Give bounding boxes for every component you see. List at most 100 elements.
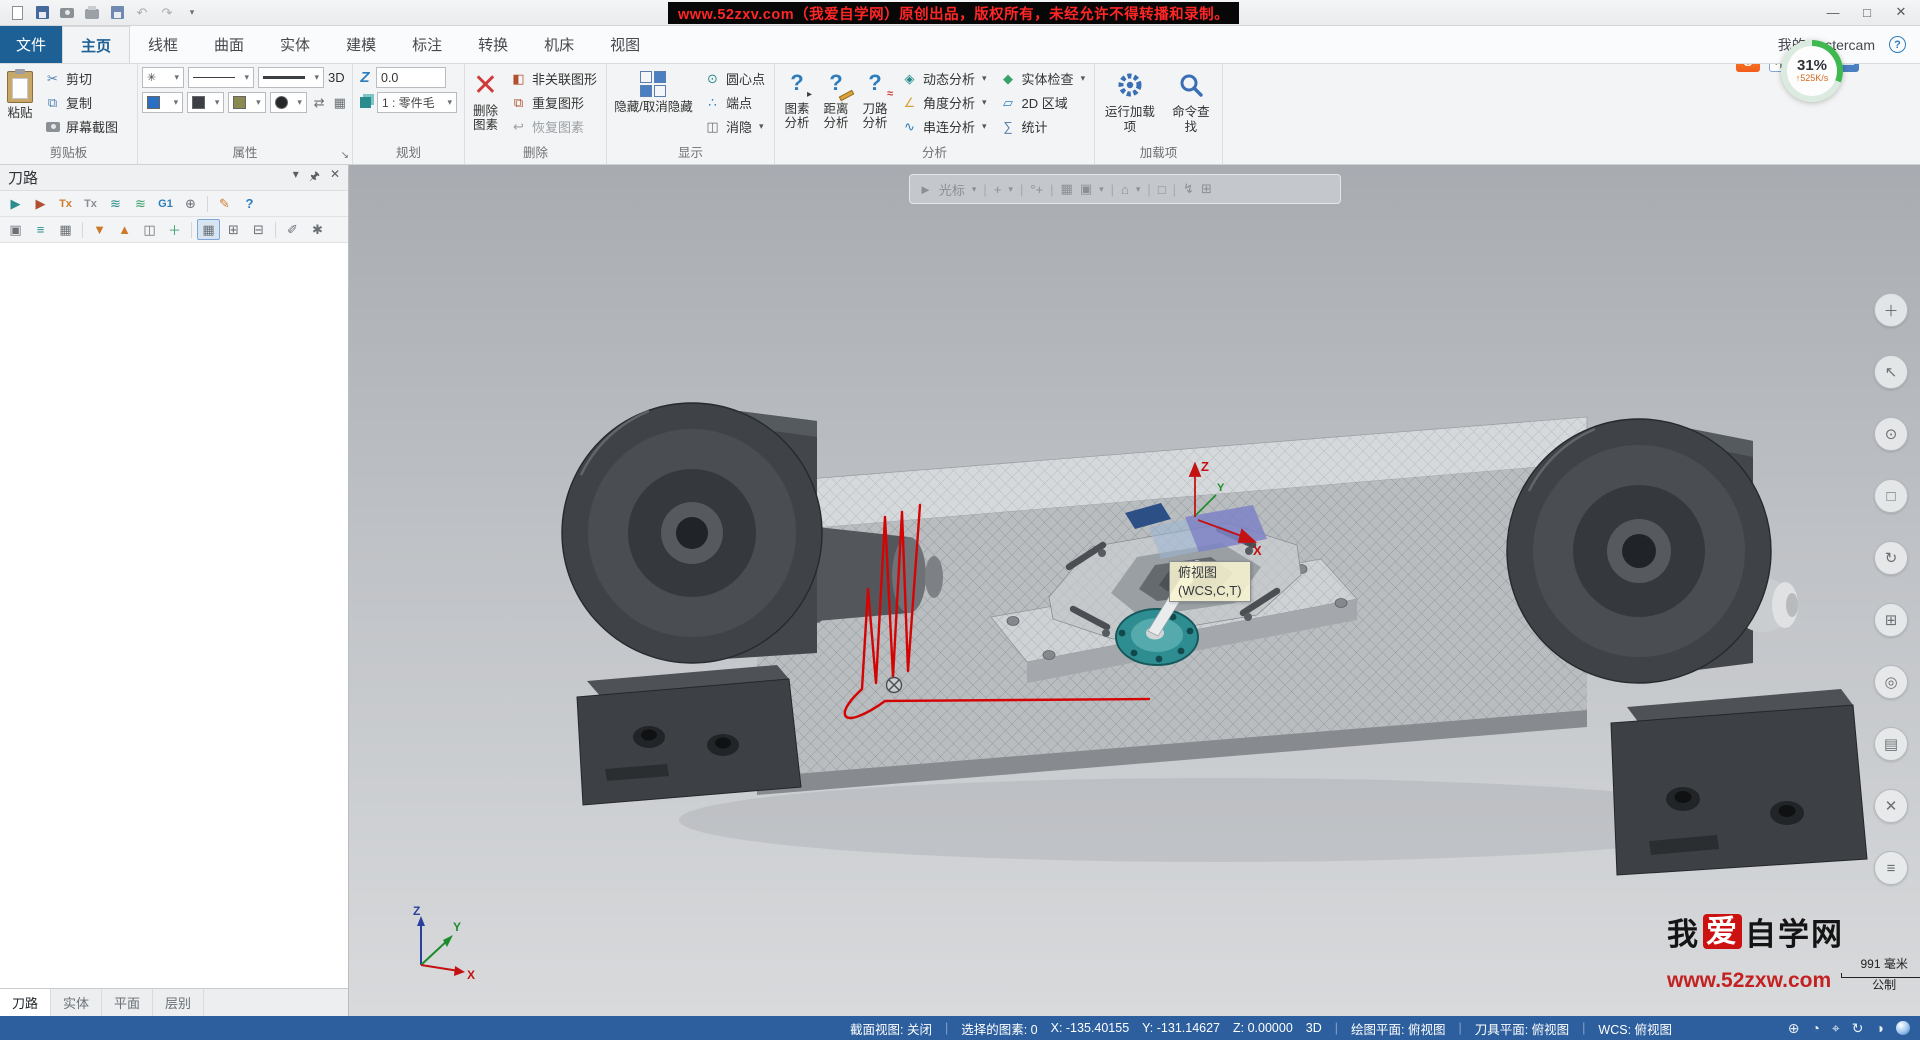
new-file-icon[interactable]: [8, 4, 26, 22]
select-dirty-operations-icon[interactable]: ▶: [29, 193, 52, 214]
tab-drafting[interactable]: 标注: [394, 26, 460, 63]
tab-planes[interactable]: 平面: [102, 989, 153, 1016]
cut-button[interactable]: ✂ 剪切: [39, 67, 123, 90]
screenshot-quick-icon[interactable]: [58, 4, 76, 22]
command-finder-button[interactable]: 命令查找: [1164, 67, 1218, 141]
tab-solid[interactable]: 实体: [262, 26, 328, 63]
surface-color-combo[interactable]: ▾: [187, 92, 224, 113]
maximize-button[interactable]: □: [1850, 0, 1884, 24]
select-expand-icon[interactable]: ⊞: [1201, 181, 1212, 197]
paste-button[interactable]: 粘贴: [4, 67, 36, 141]
select-dropdown-icon[interactable]: ▾: [1099, 184, 1104, 195]
tab-surface[interactable]: 曲面: [196, 26, 262, 63]
redo-icon[interactable]: ↷: [158, 4, 176, 22]
z-depth-input[interactable]: [376, 67, 446, 88]
settings-gear-icon[interactable]: ✱: [306, 219, 329, 240]
wireframe-toggle-icon[interactable]: ▤: [1874, 727, 1908, 761]
select-home-icon[interactable]: ⌂: [1121, 182, 1129, 197]
tab-wireframe[interactable]: 线框: [130, 26, 196, 63]
swap-attributes-icon[interactable]: ⇄: [311, 94, 328, 111]
section-view-status[interactable]: 截面视图: 关闭: [850, 1019, 932, 1038]
zoom-in-icon[interactable]: ＋: [1874, 293, 1908, 327]
edit-pencil-icon[interactable]: ✐: [281, 219, 304, 240]
mastercam-sphere-icon[interactable]: [1896, 1021, 1910, 1035]
g1-simulate-icon[interactable]: G1: [154, 193, 177, 214]
mode-2d3d-toggle[interactable]: 3D: [1306, 1021, 1322, 1035]
cursor-dropdown-icon[interactable]: ▾: [972, 184, 977, 195]
globe-icon[interactable]: ⊕: [1788, 1020, 1800, 1037]
blank-button[interactable]: ◫ 消隐▾: [699, 115, 770, 138]
cplane-selector[interactable]: 绘图平面: 俯视图: [1351, 1019, 1445, 1038]
quick-access-dropdown-icon[interactable]: ▾: [183, 4, 201, 22]
tab-model-prep[interactable]: 建模: [328, 26, 394, 63]
toolpath-help-icon[interactable]: ?: [238, 193, 261, 214]
select-grid-icon[interactable]: ▦: [1061, 181, 1073, 197]
insert-position-icon[interactable]: ◫: [138, 219, 161, 240]
cursor-mode-label[interactable]: 光标: [939, 180, 965, 199]
center-point-button[interactable]: ⊙ 圆心点: [699, 67, 770, 90]
add-operation-icon[interactable]: ＋: [163, 219, 186, 240]
analyze-chain-button[interactable]: ∿ 串连分析▾: [896, 115, 992, 138]
target-center-icon[interactable]: ⌖: [1832, 1020, 1840, 1037]
level-combo[interactable]: 1 : 零件毛▾: [377, 92, 457, 113]
target-icon[interactable]: ⊙: [1874, 417, 1908, 451]
collapse-tree-icon[interactable]: ⊟: [247, 219, 270, 240]
grid-view-icon[interactable]: ▦: [54, 219, 77, 240]
toggle-toolpath-display-icon[interactable]: Tx: [54, 193, 77, 214]
window-zoom-icon[interactable]: □: [1874, 479, 1908, 513]
snap-icon[interactable]: +: [994, 182, 1002, 197]
undelete-button[interactable]: ↩ 恢复图素: [505, 115, 602, 138]
regen-selected-icon[interactable]: ≋: [104, 193, 127, 214]
tab-home[interactable]: 主页: [62, 26, 130, 63]
move-down-icon[interactable]: ▼: [88, 219, 111, 240]
print-icon[interactable]: [83, 4, 101, 22]
toggle-rapid-display-icon[interactable]: Tx: [79, 193, 102, 214]
hide-unhide-button[interactable]: 隐藏/取消隐藏: [611, 67, 696, 141]
regen-all-icon[interactable]: ≋: [129, 193, 152, 214]
pan-icon[interactable]: ⊞: [1874, 603, 1908, 637]
toggle-panel-display-icon[interactable]: ▦: [197, 219, 220, 240]
select-home-dropdown-icon[interactable]: ▾: [1136, 184, 1141, 195]
analyze-toolpath-button[interactable]: ?≈ 刀路分析: [857, 67, 893, 141]
delete-entity-button[interactable]: ✕ 删除图素: [469, 67, 502, 141]
tplane-selector[interactable]: 刀具平面: 俯视图: [1475, 1019, 1569, 1038]
contrast-icon[interactable]: ◑: [1876, 1020, 1884, 1036]
undo-icon[interactable]: ↶: [133, 4, 151, 22]
quadrant-icon[interactable]: ◔: [1811, 1020, 1819, 1036]
backplot-icon[interactable]: ⊕: [179, 193, 202, 214]
save-all-icon[interactable]: [108, 4, 126, 22]
solid-color-combo[interactable]: ▾: [228, 92, 265, 113]
panel-close-icon[interactable]: ✕: [330, 167, 340, 188]
toolpath-tree[interactable]: [0, 243, 348, 988]
save-icon[interactable]: [33, 4, 51, 22]
move-up-icon[interactable]: ▲: [113, 219, 136, 240]
material-combo[interactable]: ▾: [270, 92, 307, 113]
tab-view[interactable]: 视图: [592, 26, 658, 63]
tab-toolpaths[interactable]: 刀路: [0, 989, 51, 1016]
analyze-distance-button[interactable]: ? 距离分析: [818, 67, 854, 141]
rotate-view-icon[interactable]: ↻: [1874, 541, 1908, 575]
clear-colors-icon[interactable]: ✕: [1874, 789, 1908, 823]
fit-view-icon[interactable]: ◎: [1874, 665, 1908, 699]
wireframe-color-combo[interactable]: ▾: [142, 92, 183, 113]
run-addin-button[interactable]: 运行加载项: [1099, 67, 1161, 141]
screenshot-button[interactable]: 屏幕截图: [39, 115, 123, 138]
endpoint-button[interactable]: ∴ 端点: [699, 91, 770, 114]
tab-solids[interactable]: 实体: [51, 989, 102, 1016]
download-progress-overlay[interactable]: 31% ↑525K/s: [1781, 40, 1843, 102]
wcs-selector[interactable]: WCS: 俯视图: [1598, 1019, 1672, 1038]
point-style-combo[interactable]: ✳▾: [142, 67, 184, 88]
operations-list-icon[interactable]: ≡: [29, 219, 52, 240]
edit-operation-icon[interactable]: ✎: [213, 193, 236, 214]
close-button[interactable]: ✕: [1884, 0, 1918, 24]
select-all-operations-icon[interactable]: ▶: [4, 193, 27, 214]
copy-button[interactable]: ⧉ 复制: [39, 91, 123, 114]
solid-check-button[interactable]: ◆ 实体检查▾: [995, 67, 1091, 90]
area-2d-button[interactable]: ▱ 2D 区域: [995, 91, 1091, 114]
select-arrow-icon[interactable]: ↖: [1874, 355, 1908, 389]
analyze-entity-button[interactable]: ?▸ 图素分析: [779, 67, 815, 141]
expand-tree-icon[interactable]: ⊞: [222, 219, 245, 240]
minimize-button[interactable]: —: [1816, 0, 1850, 24]
select-box-icon[interactable]: ▣: [1080, 181, 1092, 197]
attributes-grid-icon[interactable]: ▦: [331, 94, 348, 111]
